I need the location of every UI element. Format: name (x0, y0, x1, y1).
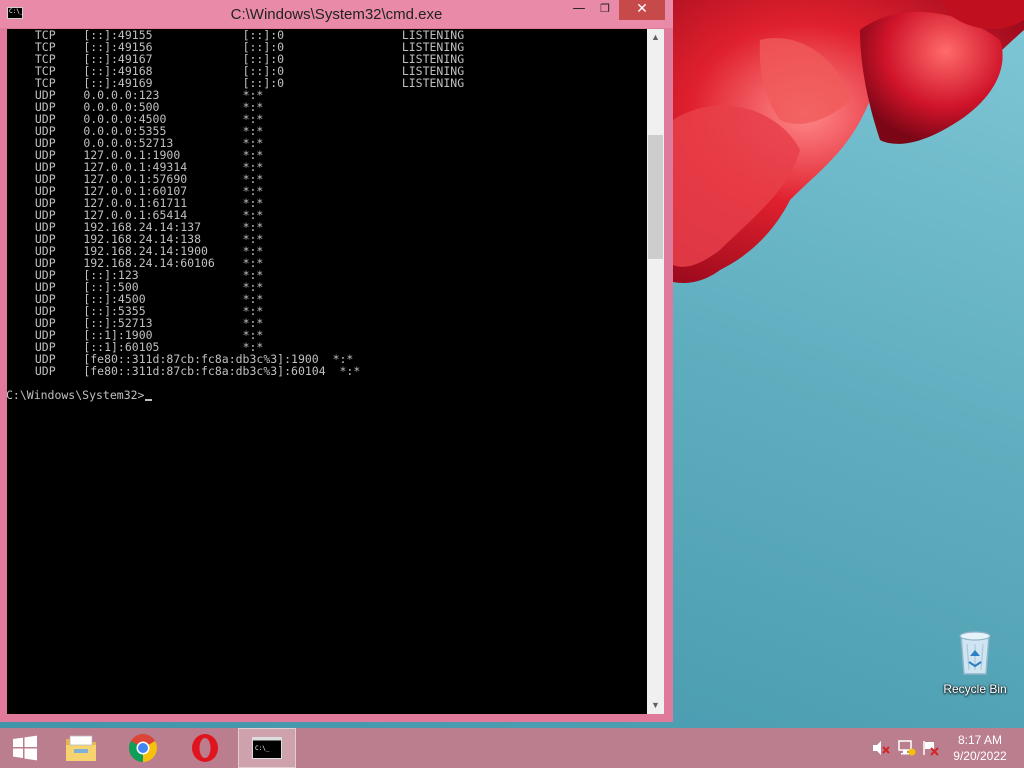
local-address-cell: [fe80::311d:87cb:fc8a:db3c%3]:60104 (83, 364, 340, 378)
taskbar-file-explorer[interactable] (54, 728, 108, 768)
start-button[interactable] (0, 728, 50, 768)
state-cell: LISTENING (401, 76, 465, 90)
protocol-cell: UDP (21, 364, 84, 378)
volume-muted-icon[interactable] (872, 740, 890, 756)
prompt-text: C:\Windows\System32> (7, 388, 145, 402)
taskbar: C:\_ 8:17 AM 9/20/2022 (0, 728, 1024, 768)
scroll-up-arrow-icon[interactable]: ▲ (647, 29, 664, 46)
recycle-bin-icon (959, 631, 991, 675)
cmd-window: C:\_ C:\Windows\System32\cmd.exe — ❐ ✕ T… (0, 0, 673, 722)
chrome-icon (129, 734, 157, 762)
taskbar-clock[interactable]: 8:17 AM 9/20/2022 (948, 732, 1012, 764)
recycle-bin-shortcut[interactable]: Recycle Bin (938, 628, 1012, 696)
command-prompt-icon: C:\_ (252, 737, 282, 759)
recycle-bin-label: Recycle Bin (943, 682, 1007, 696)
console-line: UDP [fe80::311d:87cb:fc8a:db3c%3]:60104 … (21, 365, 499, 377)
system-tray: 8:17 AM 9/20/2022 (868, 728, 1024, 768)
scrollbar-thumb[interactable] (648, 135, 663, 259)
scroll-down-arrow-icon[interactable]: ▼ (647, 697, 664, 714)
start-windows-logo-icon (13, 735, 37, 761)
cmd-icon-text: C:\_ (255, 745, 270, 752)
command-prompt-line[interactable]: C:\Windows\System32> (7, 388, 153, 402)
maximize-button[interactable]: ❐ (592, 0, 618, 20)
taskbar-command-prompt[interactable]: C:\_ (238, 728, 296, 768)
clock-time: 8:17 AM (957, 733, 1003, 747)
network-icon[interactable] (898, 740, 916, 756)
taskbar-opera[interactable] (178, 728, 232, 768)
foreign-address-cell: *:* (339, 364, 499, 378)
taskbar-chrome[interactable] (116, 728, 170, 768)
opera-icon (192, 734, 218, 762)
action-center-flag-icon[interactable] (922, 740, 940, 756)
text-cursor (145, 399, 153, 401)
netstat-output: TCP [::]:49155 [::]:0 LISTENING TCP [::]… (21, 29, 499, 377)
file-explorer-icon (66, 735, 96, 761)
minimize-button[interactable]: — (566, 0, 592, 20)
close-button[interactable]: ✕ (619, 0, 665, 20)
window-titlebar[interactable]: C:\_ C:\Windows\System32\cmd.exe — ❐ ✕ (0, 0, 673, 28)
console-output[interactable]: TCP [::]:49155 [::]:0 LISTENING TCP [::]… (7, 29, 647, 714)
vertical-scrollbar[interactable]: ▲ ▼ (647, 29, 664, 714)
clock-date: 9/20/2022 (953, 749, 1007, 763)
